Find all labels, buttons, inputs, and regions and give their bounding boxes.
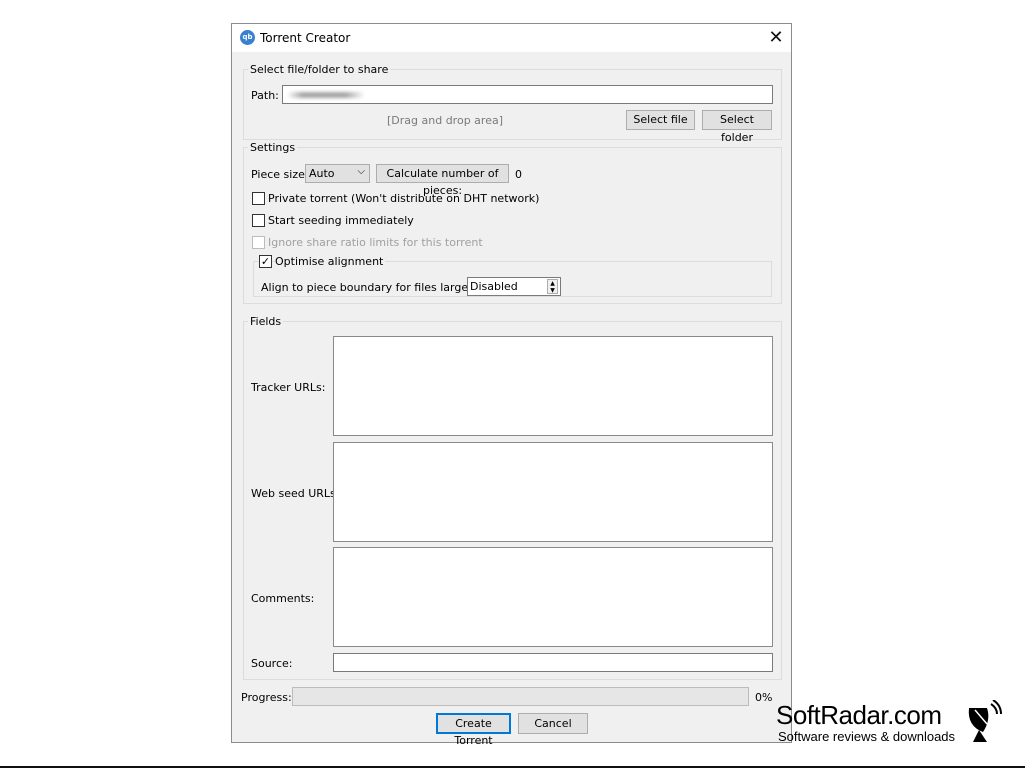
select-file-group-title: Select file/folder to share bbox=[248, 63, 391, 76]
select-file-button[interactable]: Select file bbox=[626, 110, 695, 130]
path-input[interactable] bbox=[282, 85, 773, 104]
comments-textarea[interactable] bbox=[333, 547, 773, 647]
calculate-pieces-button[interactable]: Calculate number of pieces: bbox=[376, 164, 509, 197]
source-label: Source: bbox=[251, 657, 293, 670]
web-seed-urls-label: Web seed URLs: bbox=[251, 487, 340, 500]
optimise-alignment-checkbox[interactable]: ✓ bbox=[259, 255, 272, 268]
ignore-ratio-label: Ignore share ratio limits for this torre… bbox=[268, 236, 483, 249]
softradar-watermark: SoftRadar.com Software reviews & downloa… bbox=[776, 700, 1016, 746]
comments-label: Comments: bbox=[251, 592, 315, 605]
progress-bar bbox=[292, 687, 749, 706]
progress-percent: 0% bbox=[755, 691, 773, 704]
create-torrent-button[interactable]: Create Torrent bbox=[436, 713, 511, 747]
close-icon: ✕ bbox=[768, 27, 784, 48]
start-seeding-checkbox[interactable] bbox=[252, 214, 265, 227]
satellite-dish-icon bbox=[968, 700, 1002, 742]
checkmark-icon: ✓ bbox=[260, 255, 271, 268]
piece-size-label: Piece size: bbox=[251, 168, 309, 181]
align-boundary-value: Disabled bbox=[470, 280, 518, 293]
chevron-down-icon: ⌵ bbox=[357, 166, 365, 177]
ignore-ratio-checkbox bbox=[252, 236, 265, 249]
optimise-alignment-label: Optimise alignment bbox=[275, 255, 386, 268]
piece-size-value: Auto bbox=[309, 167, 335, 180]
drag-drop-area[interactable]: [Drag and drop area] bbox=[387, 114, 503, 127]
start-seeding-label: Start seeding immediately bbox=[268, 214, 414, 227]
title-bar[interactable]: qb Torrent Creator ✕ bbox=[232, 24, 791, 52]
align-boundary-spinbox[interactable]: Disabled ▲ ▼ bbox=[467, 277, 561, 296]
path-redacted-blur bbox=[287, 92, 365, 98]
spin-arrows-icon[interactable]: ▲ ▼ bbox=[547, 279, 558, 294]
source-input[interactable] bbox=[333, 653, 773, 672]
close-button[interactable]: ✕ bbox=[762, 24, 790, 52]
tracker-urls-label: Tracker URLs: bbox=[251, 381, 326, 394]
watermark-brand: SoftRadar.com bbox=[776, 700, 942, 730]
tracker-urls-textarea[interactable] bbox=[333, 336, 773, 436]
private-torrent-label: Private torrent (Won't distribute on DHT… bbox=[268, 192, 540, 205]
pieces-count: 0 bbox=[515, 168, 522, 181]
torrent-creator-dialog: qb Torrent Creator ✕ Select file/folder … bbox=[231, 23, 792, 747]
cancel-button[interactable]: Cancel bbox=[518, 713, 588, 734]
web-seed-urls-textarea[interactable] bbox=[333, 442, 773, 542]
watermark-tagline: Software reviews & downloads bbox=[778, 729, 956, 744]
fields-group-title: Fields bbox=[248, 315, 284, 328]
private-torrent-checkbox[interactable] bbox=[252, 192, 265, 205]
qbittorrent-app-icon: qb bbox=[240, 30, 255, 45]
settings-group-title: Settings bbox=[248, 141, 298, 154]
select-folder-button[interactable]: Select folder bbox=[702, 110, 772, 144]
window-title: Torrent Creator bbox=[260, 31, 351, 45]
bottom-divider bbox=[0, 766, 1025, 768]
path-label: Path: bbox=[251, 89, 279, 102]
progress-label: Progress: bbox=[241, 691, 292, 704]
piece-size-select[interactable]: Auto ⌵ bbox=[305, 164, 370, 183]
